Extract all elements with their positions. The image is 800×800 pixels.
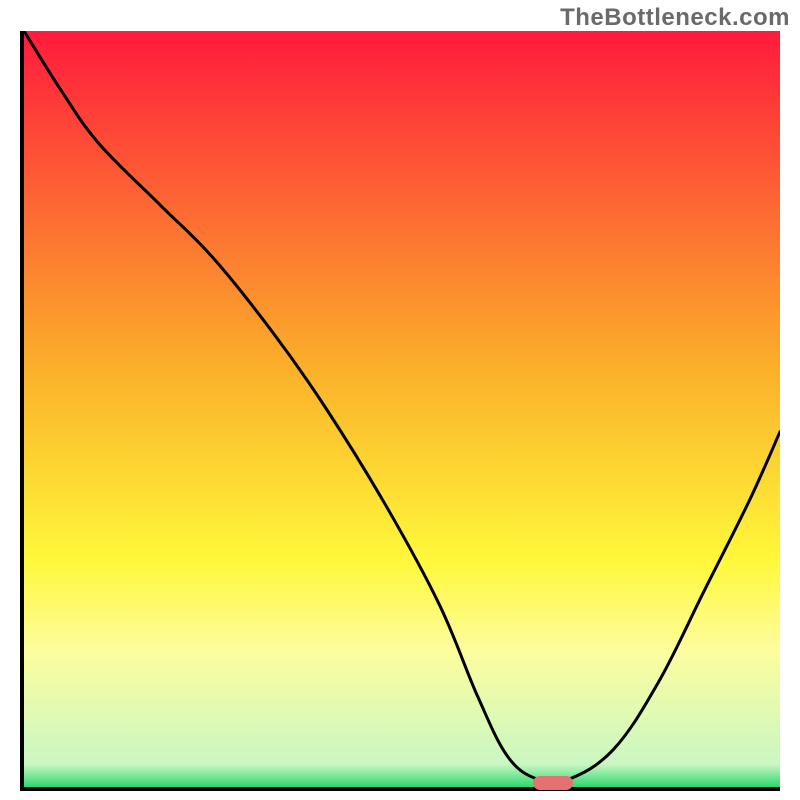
watermark-text: TheBottleneck.com xyxy=(560,4,790,32)
bottleneck-curve xyxy=(24,31,780,787)
optimal-point-indicator xyxy=(533,776,573,790)
chart-wrapper: TheBottleneck.com xyxy=(0,0,800,800)
chart-plot-area xyxy=(20,31,780,791)
